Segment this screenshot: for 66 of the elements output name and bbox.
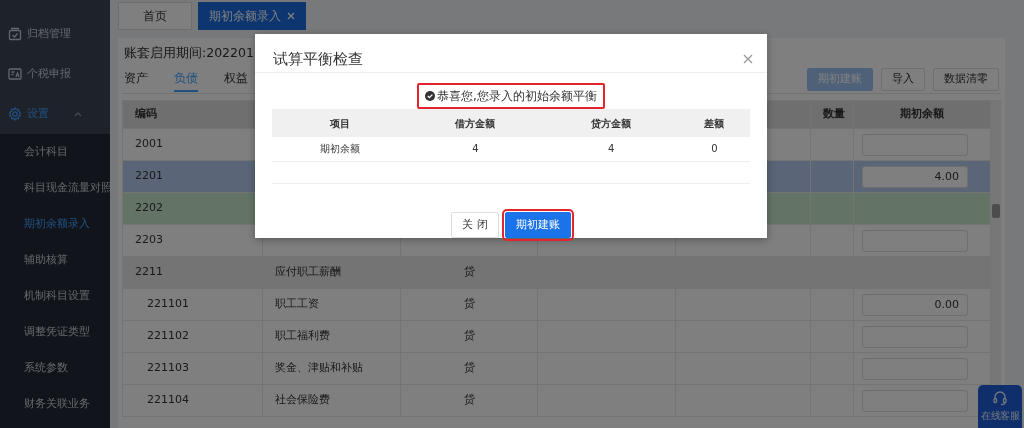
category-tab[interactable]: 负债 xyxy=(174,67,198,92)
account-name: 奖金、津贴和补贴 xyxy=(275,361,363,375)
category-tab[interactable]: 权益 xyxy=(224,67,248,92)
account-name: 社会保险费 xyxy=(275,393,330,407)
column-header: 贷方金额 xyxy=(543,109,679,137)
direction: 贷 xyxy=(463,297,475,311)
account-code: 2201 xyxy=(135,169,163,183)
sidebar-subitem[interactable]: 机制科目设置 xyxy=(0,278,110,314)
period-label: 账套启用期间:202201 xyxy=(123,44,255,62)
toolbar-button[interactable]: 数据清零 xyxy=(933,68,999,91)
account-code: 221103 xyxy=(147,361,189,375)
column-header: 项目 xyxy=(272,109,408,137)
column-header: 差额 xyxy=(678,109,750,137)
account-code: 221101 xyxy=(147,297,189,311)
direction: 贷 xyxy=(463,329,475,343)
sidebar-subitem[interactable]: 调整凭证类型 xyxy=(0,314,110,350)
account-code: 2203 xyxy=(135,233,163,247)
category-tab[interactable]: 资产 xyxy=(124,67,148,92)
online-service-button[interactable]: 在线客服 xyxy=(978,385,1022,428)
account-code: 2211 xyxy=(135,265,163,279)
page-tab[interactable]: 期初余额录入 xyxy=(198,2,306,30)
close-button[interactable]: 关 闭 xyxy=(451,211,499,238)
sidebar-subitem[interactable]: 财务关联业务 xyxy=(0,386,110,422)
account-code: 221104 xyxy=(147,393,189,407)
success-message: 恭喜您,您录入的初始余额平衡 xyxy=(417,83,605,109)
account-name: 职工工资 xyxy=(275,297,319,311)
account-code: 221102 xyxy=(147,329,189,343)
balance-field[interactable]: 0.00 xyxy=(862,293,968,316)
table-row[interactable]: 221102 职工福利费 贷 xyxy=(122,320,991,353)
chevron-up-icon xyxy=(74,111,82,117)
account-code: 2001 xyxy=(135,137,163,151)
column-header: 数量 xyxy=(810,100,854,129)
headset-icon xyxy=(992,390,1008,406)
archive-box-icon xyxy=(8,27,22,41)
direction: 贷 xyxy=(463,361,475,375)
sidebar-subitem[interactable]: 系统参数 xyxy=(0,350,110,386)
account-name: 职工福利费 xyxy=(275,329,330,343)
table-cell: 4 xyxy=(472,143,479,155)
sidebar-item[interactable]: 个税申报 xyxy=(0,54,110,94)
toolbar-button[interactable]: 导入 xyxy=(881,68,925,91)
create-ledger-button[interactable]: 期初建账 xyxy=(504,211,571,238)
balance-field[interactable]: 4.00 xyxy=(862,165,968,188)
direction: 贷 xyxy=(463,265,475,279)
sidebar-subitem[interactable]: 会计科目 xyxy=(0,134,110,170)
page-tab[interactable]: 首页 xyxy=(118,2,192,30)
table-row[interactable]: 221101 职工工资 贷 0.00 xyxy=(122,288,991,321)
settings-icon xyxy=(8,107,22,121)
column-header: 期初余额 xyxy=(853,100,991,129)
table-cell: 4 xyxy=(607,143,615,155)
table-cell: 0 xyxy=(711,143,718,155)
close-button[interactable] xyxy=(743,54,753,64)
table-cell: 期初余额 xyxy=(319,143,360,155)
id-card-icon xyxy=(8,67,22,81)
table-row[interactable]: 221103 奖金、津贴和补贴 贷 xyxy=(122,352,991,385)
column-header: 借方金额 xyxy=(407,109,544,137)
account-name: 应付职工薪酬 xyxy=(275,265,341,279)
account-code: 2202 xyxy=(135,201,163,215)
close-icon xyxy=(287,12,295,20)
sidebar-subitem[interactable]: 期初余额录入 xyxy=(0,206,110,242)
table-row[interactable]: 2211 应付职工薪酬 贷 xyxy=(122,256,991,289)
direction: 贷 xyxy=(463,393,475,407)
check-circle-icon xyxy=(425,91,436,101)
scrollbar-thumb[interactable] xyxy=(992,204,1000,218)
dialog-title: 试算平衡检查 xyxy=(273,48,363,70)
sidebar-subitem[interactable]: 辅助核算 xyxy=(0,242,110,278)
close-icon xyxy=(743,54,753,64)
